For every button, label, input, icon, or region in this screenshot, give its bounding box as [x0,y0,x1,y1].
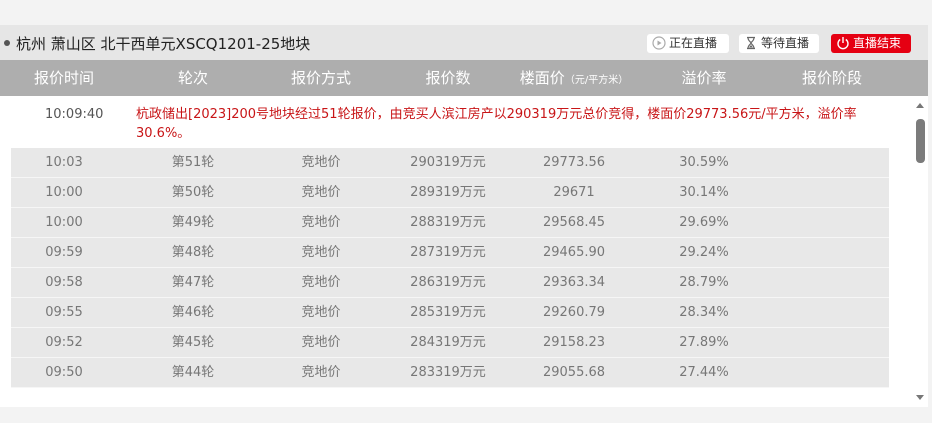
waiting-live-label: 等待直播 [761,36,810,50]
cell-amount: 284319万元 [410,335,486,350]
col-method: 报价方式 [290,69,352,87]
col-stage: 报价阶段 [801,69,863,87]
live-ended-button[interactable]: 直播结束 [831,34,911,53]
table-row: 09:58 第47轮 竞地价 286319万元 29363.34 28.79% [11,268,889,298]
cell-method: 竞地价 [301,365,341,380]
cell-time: 09:52 [45,335,83,350]
cell-premium: 29.24% [679,245,729,260]
cell-time: 10:03 [45,155,83,170]
cell-method: 竞地价 [301,155,341,170]
scrollbar-thumb[interactable] [916,119,925,163]
bullet-dot-icon [4,40,10,46]
page-title-text: 杭州 萧山区 北干西单元XSCQ1201-25地块 [16,35,311,53]
result-message: 杭政储出[2023]200号地块经过51轮报价，由竞买人滨江房产以290319万… [136,107,857,141]
cell-time: 10:00 [45,185,83,200]
scroll-down-icon[interactable] [916,395,924,400]
cell-premium: 27.44% [679,365,729,380]
cell-round: 第45轮 [171,335,215,350]
cell-method: 竞地价 [301,335,341,350]
col-round: 轮次 [177,69,209,87]
cell-floor: 29465.90 [542,245,606,260]
col-floor-price: 楼面价（元/平方米） [520,60,628,96]
cell-amount: 283319万元 [410,365,486,380]
cell-amount: 288319万元 [410,215,486,230]
cell-floor: 29055.68 [542,365,606,380]
col-time: 报价时间 [33,69,95,87]
play-circle-icon [652,36,666,50]
cell-premium: 28.79% [679,275,729,290]
cell-amount: 286319万元 [410,275,486,290]
cell-floor: 29260.79 [542,305,606,320]
waiting-live-button[interactable]: 等待直播 [739,34,819,53]
table-row: 09:55 第46轮 竞地价 285319万元 29260.79 28.34% [11,298,889,328]
cell-amount: 287319万元 [410,245,486,260]
cell-method: 竞地价 [301,305,341,320]
cell-method: 竞地价 [301,215,341,230]
cell-round: 第47轮 [171,275,215,290]
cell-premium: 30.59% [679,155,729,170]
cell-floor: 29671 [553,185,595,200]
cell-floor: 29158.23 [542,335,606,350]
table-row: 09:59 第48轮 竞地价 287319万元 29465.90 29.24% [11,238,889,268]
power-icon [837,37,849,50]
cell-time: 10:00 [45,215,83,230]
scroll-up-icon[interactable] [916,103,924,108]
cell-round: 第49轮 [171,215,215,230]
table-row: 09:50 第44轮 竞地价 283319万元 29055.68 27.44% [11,358,889,388]
bid-rows: 10:03 第51轮 竞地价 290319万元 29773.56 30.59% 10:00 第… [11,148,889,388]
cell-method: 竞地价 [301,245,341,260]
scrollbar[interactable] [912,96,928,407]
col-floor-price-label: 楼面价 [519,69,565,87]
cell-floor: 29363.34 [542,275,606,290]
hourglass-icon [747,36,755,50]
cell-amount: 285319万元 [410,305,486,320]
table-row: 10:00 第49轮 竞地价 288319万元 29568.45 29.69% [11,208,889,238]
page-title: 杭州 萧山区 北干西单元XSCQ1201-25地块 [4,33,310,54]
col-floor-price-unit: （元/平方米） [564,75,629,86]
cell-round: 第48轮 [171,245,215,260]
cell-time: 09:50 [45,365,83,380]
table-row: 10:00 第50轮 竞地价 289319万元 29671 30.14% [11,178,889,208]
cell-floor: 29568.45 [542,215,606,230]
cell-round: 第46轮 [171,305,215,320]
table-header: 报价时间 轮次 报价方式 报价数 楼面价（元/平方米） 溢价率 报价阶段 [0,60,928,96]
cell-premium: 30.14% [679,185,729,200]
live-ended-label: 直播结束 [853,36,902,50]
cell-amount: 289319万元 [410,185,486,200]
col-amount: 报价数 [425,69,471,87]
cell-premium: 27.89% [679,335,729,350]
cell-method: 竞地价 [301,275,341,290]
title-bar: 杭州 萧山区 北干西单元XSCQ1201-25地块 正在直播 等待直播 直播结束 [0,25,928,60]
cell-premium: 28.34% [679,305,729,320]
table-row: 10:03 第51轮 竞地价 290319万元 29773.56 30.59% [11,148,889,178]
table-row: 09:52 第45轮 竞地价 284319万元 29158.23 27.89% [11,328,889,358]
cell-premium: 29.69% [679,215,729,230]
cell-time: 09:58 [45,275,83,290]
cell-round: 第51轮 [171,155,215,170]
col-premium: 溢价率 [681,69,727,87]
live-now-button[interactable]: 正在直播 [647,34,729,53]
cell-floor: 29773.56 [542,155,606,170]
cell-amount: 290319万元 [410,155,486,170]
cell-method: 竞地价 [301,185,341,200]
result-time: 10:09:40 [45,107,104,122]
cell-time: 09:55 [45,305,83,320]
auction-panel: 杭州 萧山区 北干西单元XSCQ1201-25地块 正在直播 等待直播 直播结束… [0,25,928,407]
cell-round: 第44轮 [171,365,215,380]
result-row: 10:09:40 杭政储出[2023]200号地块经过51轮报价，由竞买人滨江房… [0,96,912,148]
cell-time: 09:59 [45,245,83,260]
live-now-label: 正在直播 [669,36,718,50]
cell-round: 第50轮 [171,185,215,200]
